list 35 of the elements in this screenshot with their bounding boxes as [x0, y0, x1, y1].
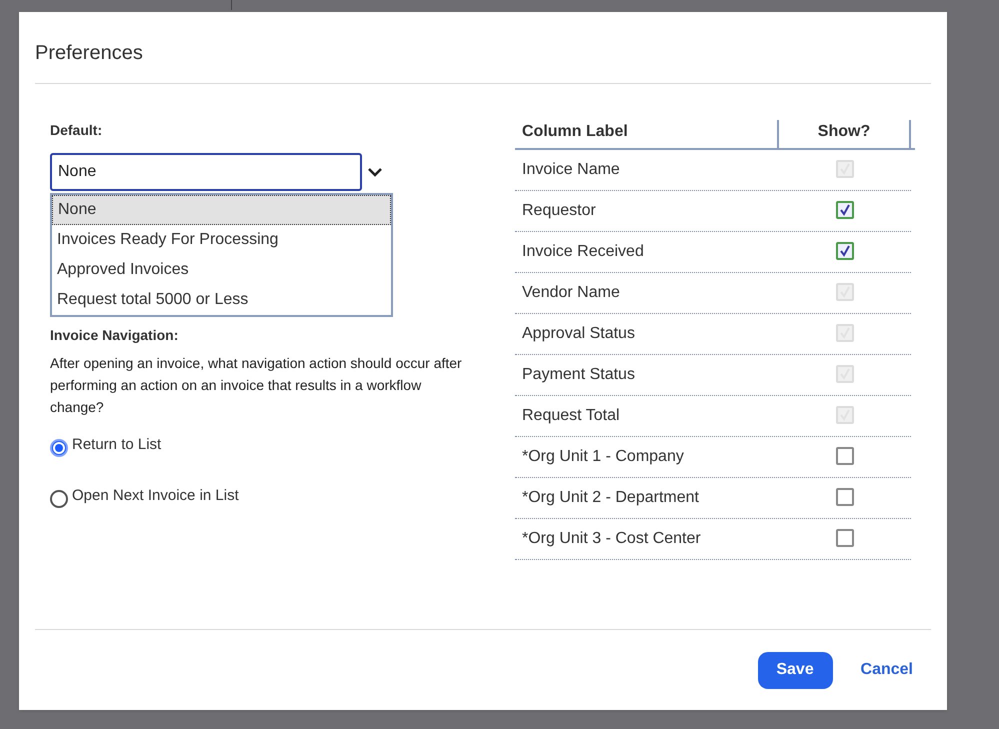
save-button[interactable]: Save	[758, 652, 833, 688]
select-field[interactable]: None	[50, 153, 362, 191]
section-label: Invoice Navigation:	[50, 326, 180, 345]
radio-label: Open Next Invoice in List	[72, 486, 239, 506]
table-cell-text: *Org Unit 2 - Department	[521, 488, 700, 508]
table-cell-text: Requestor	[521, 201, 597, 221]
dialog-title: Preferences	[35, 41, 144, 66]
table-cell-text: *Org Unit 1 - Company	[521, 447, 685, 467]
table-cell-text: Payment Status	[521, 365, 636, 385]
radio-button[interactable]	[50, 490, 68, 508]
checkmark-icon	[839, 245, 851, 257]
dropdown-option[interactable]: None	[52, 195, 391, 225]
table-cell-text: Approval Status	[521, 324, 636, 344]
cancel-link[interactable]: Cancel	[860, 658, 913, 682]
table-cell-text: Vendor Name	[521, 283, 621, 303]
radio-label: Return to List	[72, 435, 162, 455]
column-header: Column Label	[515, 120, 779, 148]
dropdown-option[interactable]: Invoices Ready For Processing	[52, 225, 391, 255]
checkbox[interactable]	[836, 447, 854, 465]
radio-button[interactable]	[50, 439, 68, 457]
table-cell-text: Invoice Name	[521, 160, 621, 180]
dropdown-option[interactable]: Approved Invoices	[52, 255, 391, 285]
dropdown-option[interactable]: Request total 5000 or Less	[52, 285, 391, 315]
column-header: Show?	[779, 120, 911, 148]
checkmark-icon	[839, 204, 851, 216]
question-text: After opening an invoice, what navigation action should occur after performing an action on an invoice that results in a workflow change?	[50, 354, 463, 417]
chevron-down-icon[interactable]	[368, 167, 382, 177]
table-cell-text: Invoice Received	[521, 242, 645, 262]
checkbox[interactable]	[836, 201, 854, 219]
checkbox[interactable]	[836, 488, 854, 506]
table-cell-text: *Org Unit 3 - Cost Center	[521, 529, 702, 549]
checkbox[interactable]	[836, 242, 854, 260]
checkbox[interactable]	[836, 529, 854, 547]
field-label: Default:	[50, 121, 104, 140]
table-cell-text: Request Total	[521, 406, 621, 426]
